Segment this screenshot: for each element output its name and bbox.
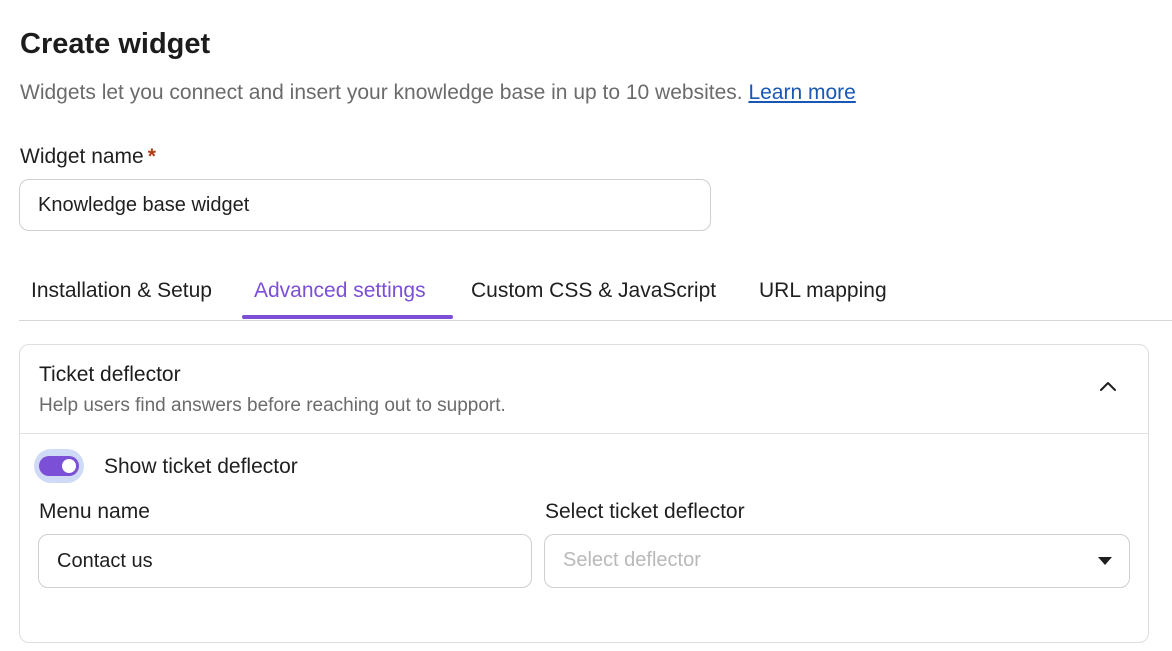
- select-placeholder: Select deflector: [563, 549, 701, 571]
- learn-more-link[interactable]: Learn more: [748, 81, 855, 104]
- tab-installation-setup[interactable]: Installation & Setup: [31, 279, 212, 303]
- show-ticket-deflector-label: Show ticket deflector: [104, 455, 298, 478]
- ticket-deflector-description: Help users find answers before reaching …: [39, 395, 506, 416]
- tab-advanced-settings[interactable]: Advanced settings: [254, 279, 426, 303]
- select-ticket-deflector-label: Select ticket deflector: [545, 500, 745, 523]
- tab-custom-css-javascript[interactable]: Custom CSS & JavaScript: [471, 279, 716, 303]
- show-ticket-deflector-toggle[interactable]: [34, 449, 84, 483]
- ticket-deflector-panel: Ticket deflector Help users find answers…: [19, 344, 1149, 643]
- active-tab-indicator: [242, 315, 453, 319]
- ticket-deflector-select[interactable]: Select deflector: [544, 534, 1130, 588]
- settings-tabs: Installation & Setup Advanced settings C…: [19, 266, 1172, 321]
- menu-name-input[interactable]: Contact us: [38, 534, 532, 588]
- toggle-track: [39, 456, 79, 476]
- menu-name-label: Menu name: [39, 500, 150, 523]
- page-title: Create widget: [20, 28, 211, 60]
- page-subtitle: Widgets let you connect and insert your …: [20, 81, 856, 105]
- ticket-deflector-title: Ticket deflector: [39, 363, 181, 386]
- toggle-knob: [62, 459, 76, 473]
- tab-url-mapping[interactable]: URL mapping: [759, 279, 887, 303]
- caret-down-icon: [1098, 557, 1112, 565]
- widget-name-input[interactable]: Knowledge base widget: [19, 179, 711, 231]
- subtitle-text: Widgets let you connect and insert your …: [20, 81, 743, 104]
- widget-name-label: Widget name *: [20, 145, 156, 169]
- widget-name-label-text: Widget name: [20, 145, 144, 168]
- ticket-deflector-header[interactable]: Ticket deflector Help users find answers…: [20, 345, 1148, 434]
- required-marker: *: [147, 145, 156, 168]
- chevron-up-icon[interactable]: [1096, 375, 1120, 399]
